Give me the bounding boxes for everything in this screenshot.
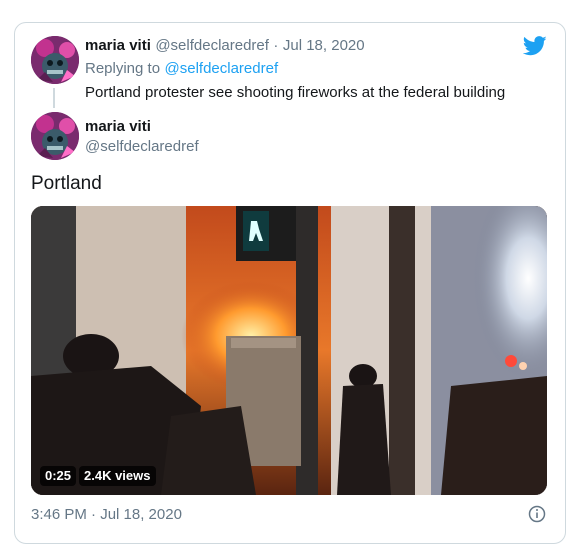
reply-author-handle[interactable]: @selfdeclaredref: [155, 37, 269, 54]
reply-tweet-header: maria viti @selfdeclaredref · Jul 18, 20…: [85, 37, 365, 55]
video-player[interactable]: [31, 206, 547, 495]
main-author-name[interactable]: maria viti: [85, 118, 151, 135]
video-duration-badge: 0:25: [40, 466, 77, 486]
reply-tweet-date[interactable]: Jul 18, 2020: [283, 37, 365, 54]
reply-author-avatar[interactable]: [31, 36, 79, 84]
thread-connector-line: [53, 88, 55, 108]
reply-author-name[interactable]: maria viti: [85, 37, 151, 54]
main-author-avatar[interactable]: [31, 112, 79, 160]
reply-tweet-text: Portland protester see shooting firework…: [85, 84, 506, 101]
twitter-bird-icon[interactable]: [523, 36, 547, 56]
main-author-handle[interactable]: @selfdeclaredref: [85, 138, 199, 155]
avatar-image: [31, 112, 79, 160]
video-frame: [31, 206, 547, 495]
header-separator: ·: [273, 37, 279, 54]
replying-to-handle-link[interactable]: @selfdeclaredref: [165, 60, 279, 77]
avatar-image: [31, 36, 79, 84]
replying-to-label: Replying to: [85, 60, 161, 77]
replying-to-line: Replying to @selfdeclaredref: [85, 60, 278, 78]
video-views-badge: 2.4K views: [79, 466, 156, 486]
tweet-timestamp[interactable]: 3:46 PM · Jul 18, 2020: [31, 506, 182, 523]
main-tweet-text: Portland: [31, 173, 102, 194]
info-icon[interactable]: [528, 505, 546, 523]
